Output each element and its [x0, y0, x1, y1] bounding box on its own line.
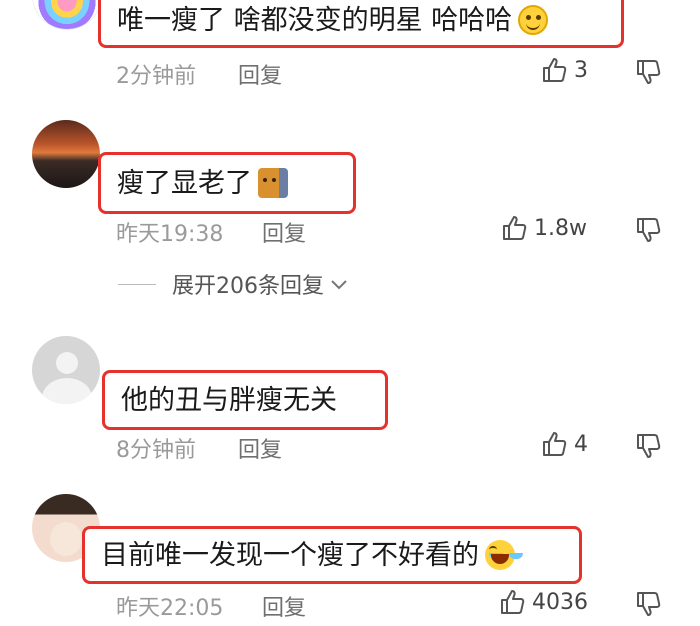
comment-text-box: 他的丑与胖瘦无关: [102, 370, 388, 430]
thumbs-up-icon: [543, 432, 567, 456]
comment-time: 昨天19:38: [116, 222, 224, 247]
thumbs-down-icon: [637, 434, 661, 458]
user-avatar[interactable]: [32, 120, 100, 188]
dislike-button[interactable]: [634, 216, 662, 244]
like-button[interactable]: 3: [540, 56, 588, 84]
comment-text: 他的丑与胖瘦无关: [121, 384, 337, 416]
expand-replies-button[interactable]: 展开206条回复: [118, 268, 350, 300]
smile-emoji-icon: [518, 5, 549, 35]
like-count: 4: [574, 431, 588, 457]
thumbs-down-icon: [637, 60, 661, 84]
divider-line: [118, 283, 156, 285]
comment-time: 2分钟前: [116, 64, 196, 89]
like-count: 3: [574, 57, 588, 83]
comment-time: 8分钟前: [116, 438, 196, 463]
laughing-crying-emoji-icon: [485, 540, 515, 570]
reply-button[interactable]: 回复: [238, 432, 282, 464]
comment-text-box: 唯一瘦了 啥都没变的明星 哈哈哈: [98, 0, 624, 48]
comment-text-box: 目前唯一发现一个瘦了不好看的: [82, 526, 582, 584]
dislike-button[interactable]: [634, 432, 662, 460]
reply-button[interactable]: 回复: [262, 216, 306, 248]
dislike-button[interactable]: [634, 58, 662, 86]
reply-button[interactable]: 回复: [238, 58, 282, 90]
expand-replies-label: 展开206条回复: [172, 274, 324, 299]
comment-text: 唯一瘦了 啥都没变的明星 哈哈哈: [117, 4, 513, 36]
comment-text-box: 瘦了显老了: [98, 152, 356, 214]
dislike-button[interactable]: [634, 590, 662, 618]
thumbs-up-icon: [543, 58, 567, 82]
comment-text: 瘦了显老了: [117, 167, 252, 199]
like-count: 1.8w: [534, 215, 587, 241]
comment-text: 目前唯一发现一个瘦了不好看的: [101, 539, 479, 571]
like-button[interactable]: 4036: [498, 588, 588, 616]
thumbs-up-icon: [501, 590, 525, 614]
comment-time: 昨天22:05: [116, 596, 224, 621]
like-button[interactable]: 1.8w: [500, 214, 587, 242]
reply-button[interactable]: 回复: [262, 590, 306, 622]
thumbs-down-icon: [637, 218, 661, 242]
like-button[interactable]: 4: [540, 430, 588, 458]
chevron-down-icon: [331, 280, 347, 290]
user-avatar[interactable]: [32, 336, 100, 404]
cat-emoji-icon: [258, 168, 288, 198]
thumbs-down-icon: [637, 592, 661, 616]
user-avatar[interactable]: [32, 0, 102, 30]
thumbs-up-icon: [503, 216, 527, 240]
like-count: 4036: [532, 589, 588, 615]
